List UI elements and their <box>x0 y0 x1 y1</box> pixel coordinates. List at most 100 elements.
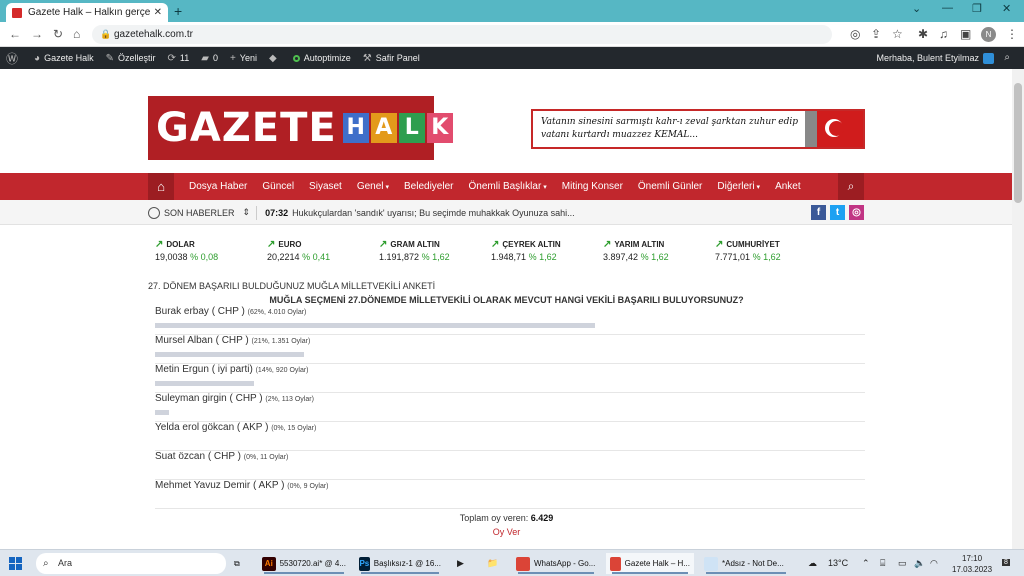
nav-item[interactable]: Dosya Haber <box>189 181 247 192</box>
poll-option[interactable]: Suat özcan ( CHP ) (0%, 11 Oylar) <box>155 451 865 480</box>
logo-letter: A <box>370 113 397 143</box>
poll-option-stats: (14%, 920 Oylar) <box>255 367 309 374</box>
wp-account-menu[interactable]: Merhaba, Bulent Etyilmaz <box>876 47 994 69</box>
wp-comments-link[interactable]: ▰ 0 <box>201 53 218 64</box>
page-scrollbar[interactable] <box>1012 69 1024 549</box>
ticker-headline[interactable]: Hukukçulardan 'sandık' uyarısı; Bu seçim… <box>292 208 575 218</box>
nav-item-label: Anket <box>775 181 801 192</box>
new-tab-icon[interactable]: + <box>174 3 182 19</box>
windows-start-icon[interactable] <box>9 557 22 570</box>
wp-autoptimize-link[interactable]: Autoptimize <box>292 53 351 63</box>
wp-new-link[interactable]: + Yeni <box>230 53 257 64</box>
poll-option[interactable]: Metin Ergun ( iyi parti) (14%, 920 Oylar… <box>155 364 865 393</box>
browser-tab[interactable]: Gazete Halk – Halkın gerçek sesi ✕ <box>6 3 168 22</box>
poll-option[interactable]: Yelda erol gökcan ( AKP ) (0%, 15 Oylar) <box>155 422 865 451</box>
taskbar-app[interactable]: WhatsApp - Go... <box>512 553 600 574</box>
logo-letters: HALK <box>342 113 455 143</box>
profile-avatar[interactable]: N <box>981 27 996 42</box>
media-icon[interactable]: ♫ <box>939 27 948 41</box>
poll-option-stats: (0%, 15 Oylar) <box>271 425 317 432</box>
nav-item-label: Genel <box>356 181 384 192</box>
taskbar-app-label: *Adsız - Not De... <box>722 559 784 568</box>
vote-button[interactable]: Oy Ver <box>148 527 865 537</box>
nav-item-label: Diğerleri <box>717 181 755 192</box>
share-icon[interactable]: ⇪ <box>871 27 881 41</box>
nav-item[interactable]: Anket <box>775 181 801 192</box>
back-icon[interactable]: ← <box>9 27 21 41</box>
market-change: % 1,62 <box>528 252 557 262</box>
nav-item[interactable]: Önemli Günler <box>638 181 702 192</box>
tray-overflow-icon[interactable]: ⌃ <box>862 558 870 569</box>
taskbar-app[interactable]: Gazete Halk – H... <box>606 553 694 574</box>
chevron-down-icon[interactable]: ⌄ <box>912 2 921 15</box>
minimize-icon[interactable]: — <box>942 2 953 14</box>
nav-item[interactable]: Miting Konser <box>562 181 623 192</box>
market-rates: ↗ DOLAR 19,0038 % 0,08 ↗ EURO 20,2214 % 0,41 ↗… <box>155 239 865 265</box>
poll-option[interactable]: Burak erbay ( CHP ) (62%, 4.010 Oylar) <box>155 306 865 335</box>
nav-item[interactable]: Önemli Başlıklar ▾ <box>468 181 546 192</box>
instagram-icon[interactable]: ◎ <box>849 205 864 220</box>
market-change: % 1,62 <box>752 252 781 262</box>
user-avatar <box>983 52 994 64</box>
poll-option-label: Yelda erol gökcan ( AKP ) (0%, 15 Oylar) <box>155 422 316 433</box>
nav-item[interactable]: Genel ▾ <box>357 181 389 192</box>
media-app-icon[interactable]: ▶ <box>457 558 464 569</box>
turkish-flag-icon <box>817 111 863 147</box>
nav-item[interactable]: Diğerleri ▾ <box>717 181 760 192</box>
site-logo[interactable]: GAZETE HALK <box>148 96 453 160</box>
reload-icon[interactable]: ↻ <box>53 27 63 41</box>
wp-diamond-link[interactable]: ◆ <box>269 53 281 64</box>
diamond-icon: ◆ <box>268 52 277 64</box>
search-icon: ⌕ <box>43 558 49 569</box>
extensions-icon[interactable]: ✱ <box>918 27 928 41</box>
address-bar[interactable]: 🔒 gazetehalk.com.tr <box>92 25 832 44</box>
taskbar-app[interactable]: *Adsız - Not De... <box>700 553 792 574</box>
temperature[interactable]: 13°C <box>828 558 848 568</box>
menu-kebab-icon[interactable]: ⋮ <box>1006 27 1018 41</box>
taskbar-app[interactable]: Ps Başlıksız-1 @ 16... <box>355 553 445 574</box>
close-tab-icon[interactable]: ✕ <box>154 7 162 18</box>
scrollbar-thumb[interactable] <box>1014 83 1022 203</box>
poll-option[interactable]: Suleyman girgin ( CHP ) (2%, 113 Oylar) <box>155 393 865 422</box>
nav-item[interactable]: Belediyeler <box>404 181 453 192</box>
eye-off-icon[interactable]: ◎ <box>850 27 860 41</box>
side-panel-icon[interactable]: ▣ <box>960 27 971 41</box>
task-view-icon[interactable]: ⧉ <box>230 553 244 574</box>
wordpress-logo-icon[interactable]: Ⓦ <box>6 50 22 67</box>
ticker-prev-icon[interactable]: ⇕ <box>243 207 251 218</box>
poll-option[interactable]: Mursel Alban ( CHP ) (21%, 1.351 Oylar) <box>155 335 865 364</box>
notifications-badge[interactable]: 8 <box>1002 559 1010 566</box>
close-window-icon[interactable]: ✕ <box>1002 2 1011 15</box>
network-icon[interactable]: ⌸ <box>880 558 885 569</box>
wifi-icon[interactable]: ◠ <box>930 558 938 569</box>
market-item: ↗ ÇEYREK ALTIN 1.948,71 % 1,62 <box>491 239 601 262</box>
nav-item[interactable]: Siyaset <box>309 181 342 192</box>
forward-icon[interactable]: → <box>31 27 43 41</box>
keyboard-icon[interactable]: ▭ <box>898 558 907 569</box>
nav-search-icon[interactable]: ⌕ <box>838 173 864 200</box>
wp-updates-link[interactable]: ⟳ 11 <box>168 53 190 64</box>
nav-item-label: Önemli Günler <box>637 181 703 192</box>
facebook-icon[interactable]: f <box>811 205 826 220</box>
bookmark-star-icon[interactable]: ☆ <box>892 27 903 41</box>
taskbar-app-label: Başlıksız-1 @ 16... <box>373 559 441 568</box>
file-explorer-icon[interactable]: 📁 <box>487 558 498 569</box>
market-change: % 1,62 <box>640 252 669 262</box>
home-icon[interactable]: ⌂ <box>148 173 174 200</box>
twitter-icon[interactable]: t <box>830 205 845 220</box>
wp-customize-link[interactable]: ✎ Özelleştir <box>106 53 156 64</box>
restore-icon[interactable]: ❐ <box>972 2 982 15</box>
taskbar-app[interactable]: Ai 5530720.ai* @ 4... <box>258 553 350 574</box>
poll-option[interactable]: Mehmet Yavuz Demir ( AKP ) (0%, 9 Oylar) <box>155 480 865 509</box>
wp-safir-panel-link[interactable]: ⚒ Safir Panel <box>363 53 420 64</box>
search-icon[interactable]: ⌕ <box>1004 52 1010 63</box>
nav-item-label: Belediyeler <box>404 181 454 192</box>
updates-icon: ⟳ <box>167 52 176 64</box>
system-clock[interactable]: 17:10 17.03.2023 <box>952 553 992 575</box>
home-icon[interactable]: ⌂ <box>73 27 80 41</box>
wp-site-link[interactable]: ◕ Gazete Halk <box>34 53 94 64</box>
taskbar-search[interactable]: ⌕ Ara <box>36 553 226 574</box>
volume-icon[interactable]: 🔈 <box>914 558 925 569</box>
nav-item[interactable]: Güncel <box>262 181 294 192</box>
ataturk-banner[interactable]: Vatanın sinesini sarmıştı kahr-ı zeval ş… <box>531 109 865 149</box>
